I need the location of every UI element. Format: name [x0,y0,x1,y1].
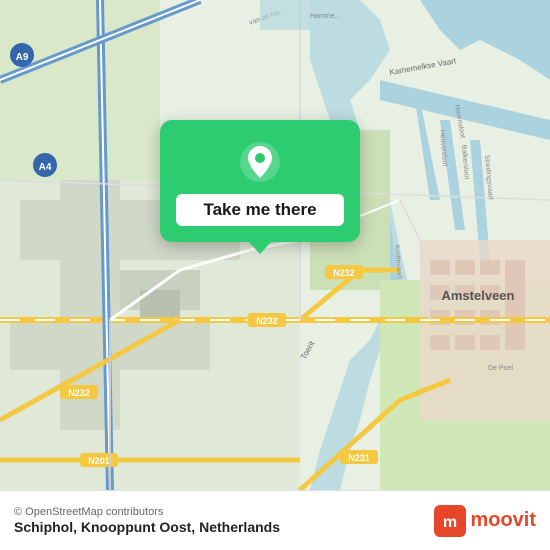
map-container: N232 A4 A9 N232 N232 N201 N231 [0,0,550,490]
moovit-brand-icon: m [434,505,466,537]
svg-text:Amstelveen: Amstelveen [442,288,515,303]
moovit-text: moovit [470,509,536,532]
location-name: Schiphol, Knooppunt Oost, Netherlands [14,519,280,535]
svg-text:N201: N201 [88,456,110,466]
svg-text:Hamme...: Hamme... [310,13,340,20]
take-me-there-card[interactable]: Take me there [160,120,360,242]
svg-text:N231: N231 [348,453,370,463]
location-pin-icon [238,140,282,184]
take-me-there-label[interactable]: Take me there [176,194,344,226]
moovit-logo: m moovit [434,505,536,537]
footer: © OpenStreetMap contributors Schiphol, K… [0,490,550,550]
footer-left: © OpenStreetMap contributors Schiphol, K… [14,506,280,535]
svg-text:De Poel: De Poel [488,365,513,372]
svg-text:N232: N232 [333,268,355,278]
svg-text:N232: N232 [256,316,278,326]
svg-text:m: m [443,514,457,531]
svg-text:N232: N232 [68,388,90,398]
map-svg: N232 A4 A9 N232 N232 N201 N231 [0,0,550,490]
svg-text:A4: A4 [39,162,52,173]
attribution: © OpenStreetMap contributors [14,506,280,518]
svg-text:A9: A9 [16,52,29,63]
